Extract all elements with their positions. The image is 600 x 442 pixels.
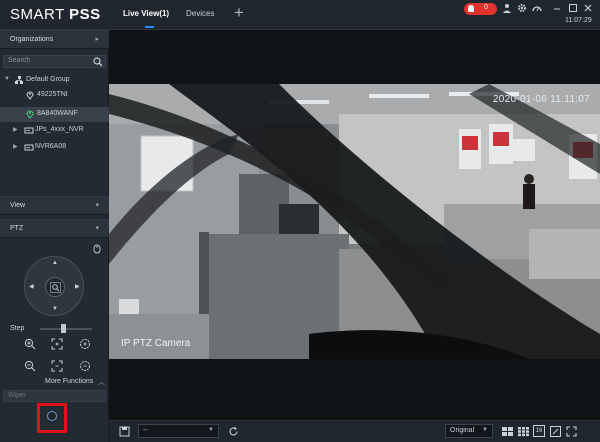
- tree-item-label: 49225TNI: [37, 91, 68, 98]
- video-pane[interactable]: 2020-01-06 11:11:07 IP PTZ Camera: [109, 30, 600, 420]
- tree-item-nvr6a08[interactable]: ▶ NVR6A08: [0, 140, 109, 155]
- close-icon[interactable]: [583, 3, 593, 13]
- view-label: View: [10, 202, 26, 209]
- osd-camera-name: IP PTZ Camera: [121, 338, 191, 349]
- gear-icon[interactable]: [517, 3, 527, 13]
- minimize-icon[interactable]: [554, 3, 560, 13]
- pan-up-arrow[interactable]: ▲: [52, 260, 58, 266]
- search-placeholder: Search: [8, 57, 31, 64]
- wiper-label: Wiper: [8, 392, 27, 399]
- bottom-toolbar: -- ▼ Original ▼ 16: [109, 420, 600, 442]
- tab-live-view[interactable]: Live View(1): [123, 9, 169, 18]
- camera-location-icon: [26, 91, 34, 100]
- tree-item-label: 8A840WANF: [37, 110, 78, 117]
- tree-item-49225tni[interactable]: 49225TNI: [0, 88, 109, 103]
- custom-layout-icon[interactable]: [550, 426, 561, 437]
- iris-close-icon[interactable]: [79, 360, 91, 372]
- tab-devices[interactable]: Devices: [186, 9, 214, 18]
- magnifier-icon: [50, 282, 61, 293]
- fullscreen-icon[interactable]: [566, 426, 577, 437]
- power-icon: [47, 411, 57, 421]
- chevron-right-icon: ▸: [95, 36, 99, 43]
- camera-feed[interactable]: 2020-01-06 11:11:07 IP PTZ Camera: [109, 84, 600, 359]
- iris-open-icon[interactable]: [79, 338, 91, 350]
- chevron-down-icon: ▼: [482, 427, 488, 433]
- expanded-arrow-icon[interactable]: ▼: [4, 76, 10, 82]
- search-icon[interactable]: [93, 57, 103, 67]
- chevron-down-icon: ▾: [95, 225, 99, 232]
- pan-down-arrow[interactable]: ▼: [52, 306, 58, 312]
- collapsed-arrow-icon[interactable]: ▶: [13, 143, 18, 150]
- layout-16-button[interactable]: 16: [533, 425, 545, 437]
- zoom-in-icon[interactable]: [24, 338, 36, 350]
- save-view-icon[interactable]: [119, 426, 130, 437]
- tree-item-jps-4xxx-nvr[interactable]: ▶ JPs_4xxx_NVR: [0, 123, 109, 138]
- camera-location-icon: [26, 110, 34, 119]
- pan-right-arrow[interactable]: ▶: [75, 283, 80, 290]
- chevron-down-icon: ▾: [95, 202, 99, 209]
- tree-item-label: Default Group: [26, 76, 70, 83]
- view-header[interactable]: View ▾: [0, 196, 109, 215]
- organizations-header[interactable]: Organizations ▸: [0, 30, 109, 49]
- refresh-icon[interactable]: [228, 426, 239, 437]
- view-mode-select[interactable]: Original ▼: [445, 424, 493, 438]
- bell-icon: [468, 5, 474, 12]
- add-tab-button[interactable]: +: [234, 3, 244, 23]
- focus-far-icon[interactable]: [51, 360, 63, 372]
- stream-select-value: --: [143, 427, 148, 434]
- alarm-button[interactable]: 0: [464, 3, 497, 15]
- ptz-joystick[interactable]: ▲ ▼ ◀ ▶: [24, 256, 84, 316]
- tree-item-default-group[interactable]: ▼ Default Group: [0, 73, 109, 88]
- chevron-up-icon[interactable]: ︿: [98, 377, 105, 387]
- focus-near-icon[interactable]: [51, 338, 63, 350]
- search-input[interactable]: Search: [3, 55, 106, 68]
- sidebar: Organizations ▸ Search ▼ Default Group 4…: [0, 30, 109, 442]
- step-slider-handle[interactable]: [61, 324, 67, 333]
- organizations-label: Organizations: [10, 36, 54, 43]
- maximize-icon[interactable]: [568, 3, 578, 13]
- top-bar: SMART PSS Live View(1) Devices + 0 11:07…: [0, 0, 600, 30]
- active-tab-indicator: [145, 26, 154, 28]
- group-icon: [15, 76, 23, 84]
- nvr-icon: [24, 144, 34, 151]
- user-icon[interactable]: [502, 3, 512, 13]
- zoom-out-icon[interactable]: [24, 360, 36, 372]
- tree-item-label: JPs_4xxx_NVR: [35, 126, 84, 133]
- tree-item-label: NVR6A08: [35, 143, 67, 150]
- layout-4-icon[interactable]: [501, 426, 514, 437]
- camera-scene-image: [109, 84, 600, 359]
- clock: 11:07:29: [565, 17, 592, 24]
- chevron-down-icon: ▼: [208, 427, 214, 433]
- wiper-select[interactable]: Wiper: [3, 390, 106, 402]
- step-label: Step: [10, 325, 25, 332]
- wiper-toggle-button[interactable]: [37, 403, 67, 433]
- view-mode-value: Original: [450, 427, 475, 434]
- app-logo: SMART PSS: [10, 6, 101, 23]
- osd-timestamp: 2020-01-06 11:11:07: [492, 94, 590, 105]
- tree-item-8a840wanf[interactable]: 8A840WANF: [0, 107, 109, 122]
- stream-select[interactable]: -- ▼: [138, 424, 219, 438]
- layout-9-icon[interactable]: [517, 426, 530, 437]
- pan-left-arrow[interactable]: ◀: [29, 283, 34, 290]
- more-functions-label[interactable]: More Functions: [45, 378, 93, 385]
- ptz-label: PTZ: [10, 225, 24, 232]
- collapsed-arrow-icon[interactable]: ▶: [13, 126, 18, 133]
- mouse-icon[interactable]: [93, 244, 101, 254]
- alarm-count: 0: [484, 4, 488, 11]
- performance-gauge-icon[interactable]: [532, 3, 542, 13]
- ptz-center-button[interactable]: [45, 277, 65, 297]
- nvr-icon: [24, 127, 34, 134]
- ptz-header[interactable]: PTZ ▾: [0, 219, 109, 238]
